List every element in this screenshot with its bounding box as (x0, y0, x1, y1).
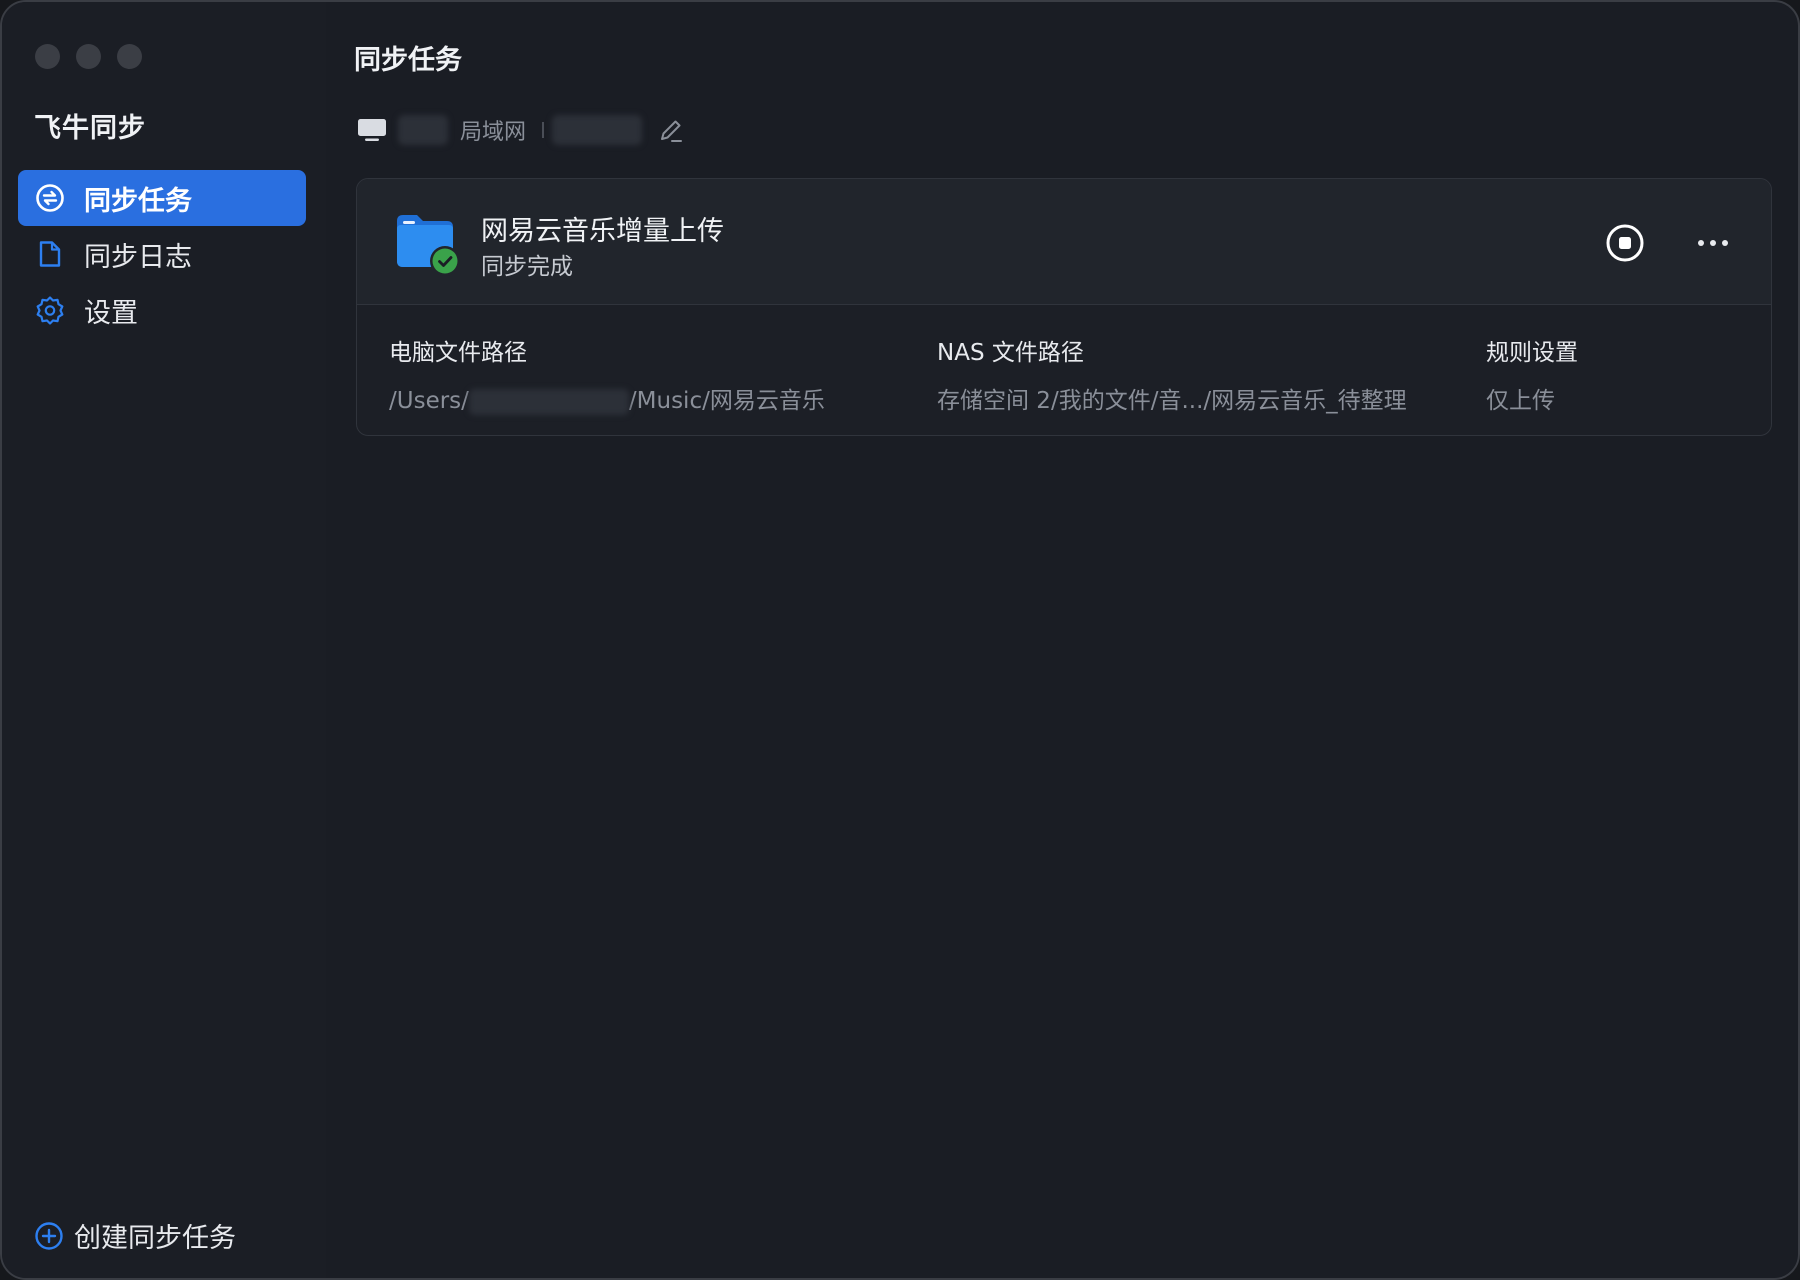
task-details: 电脑文件路径 /Users/ /Music/网易云音乐 NAS 文件路径 存储空间… (357, 305, 1771, 435)
ellipsis-icon (1698, 240, 1728, 246)
task-name: 网易云音乐增量上传 (481, 216, 724, 247)
network-type: 局域网 (460, 120, 527, 145)
device-address-redacted (552, 115, 643, 145)
rule-value: 仅上传 (1486, 388, 1555, 414)
sidebar-item-label: 同步任务 (84, 185, 192, 217)
close-window-button[interactable] (35, 44, 60, 69)
more-options-button[interactable] (1693, 223, 1733, 263)
window-controls (35, 44, 142, 69)
sidebar-nav: 同步任务 同步日志 设置 (18, 170, 306, 338)
create-task-label: 创建同步任务 (74, 1223, 236, 1254)
local-path-value: /Users/ /Music/网易云音乐 (389, 381, 825, 415)
local-path-prefix: /Users/ (389, 388, 469, 414)
rule-column: 规则设置 仅上传 (1486, 333, 1578, 415)
main-content: 同步任务 局域网 网易云音乐增量上传 同步完成 电脑文件路径 /Users/ /… (326, 2, 1798, 1278)
divider (542, 122, 545, 138)
page-title: 同步任务 (354, 45, 462, 76)
sidebar-item-label: 同步日志 (84, 241, 192, 273)
minimize-window-button[interactable] (76, 44, 101, 69)
device-name-redacted (398, 115, 448, 145)
sidebar: 飞牛同步 同步任务 同步日志 设置 创建同步任务 (2, 2, 326, 1278)
device-info: 局域网 (356, 112, 684, 148)
folder-synced-icon (395, 211, 463, 276)
edit-icon[interactable] (658, 117, 684, 143)
stop-button[interactable] (1605, 223, 1645, 263)
task-status: 同步完成 (481, 254, 573, 280)
local-path-column: 电脑文件路径 /Users/ /Music/网易云音乐 (389, 333, 825, 415)
sidebar-item-sync-tasks[interactable]: 同步任务 (18, 170, 306, 226)
app-title: 飞牛同步 (34, 113, 146, 144)
gear-icon (34, 294, 66, 326)
nas-path-label: NAS 文件路径 (937, 340, 1084, 366)
username-redacted (468, 388, 629, 415)
document-icon (34, 238, 66, 270)
nas-path-column: NAS 文件路径 存储空间 2/我的文件/音.../网易云音乐_待整理 (937, 333, 1407, 415)
sidebar-item-settings[interactable]: 设置 (18, 282, 306, 338)
sync-task-card[interactable]: 网易云音乐增量上传 同步完成 电脑文件路径 /Users/ /Music/网易云… (356, 178, 1772, 436)
create-sync-task-button[interactable]: 创建同步任务 (34, 1216, 236, 1255)
local-path-suffix: /Music/网易云音乐 (628, 388, 825, 414)
plus-circle-icon (34, 1221, 64, 1251)
task-header: 网易云音乐增量上传 同步完成 (357, 179, 1771, 305)
local-path-label: 电脑文件路径 (389, 340, 527, 366)
nas-path-value: 存储空间 2/我的文件/音.../网易云音乐_待整理 (937, 388, 1407, 414)
sidebar-item-sync-log[interactable]: 同步日志 (18, 226, 306, 282)
app-window: 飞牛同步 同步任务 同步日志 设置 创建同步任务 同步任务 局域网 网易云音乐增… (0, 0, 1800, 1280)
sidebar-item-label: 设置 (84, 297, 138, 329)
sync-icon (34, 182, 66, 214)
zoom-window-button[interactable] (117, 44, 142, 69)
monitor-icon (356, 117, 388, 143)
stop-icon (1606, 224, 1644, 262)
rule-label: 规则设置 (1486, 340, 1578, 366)
